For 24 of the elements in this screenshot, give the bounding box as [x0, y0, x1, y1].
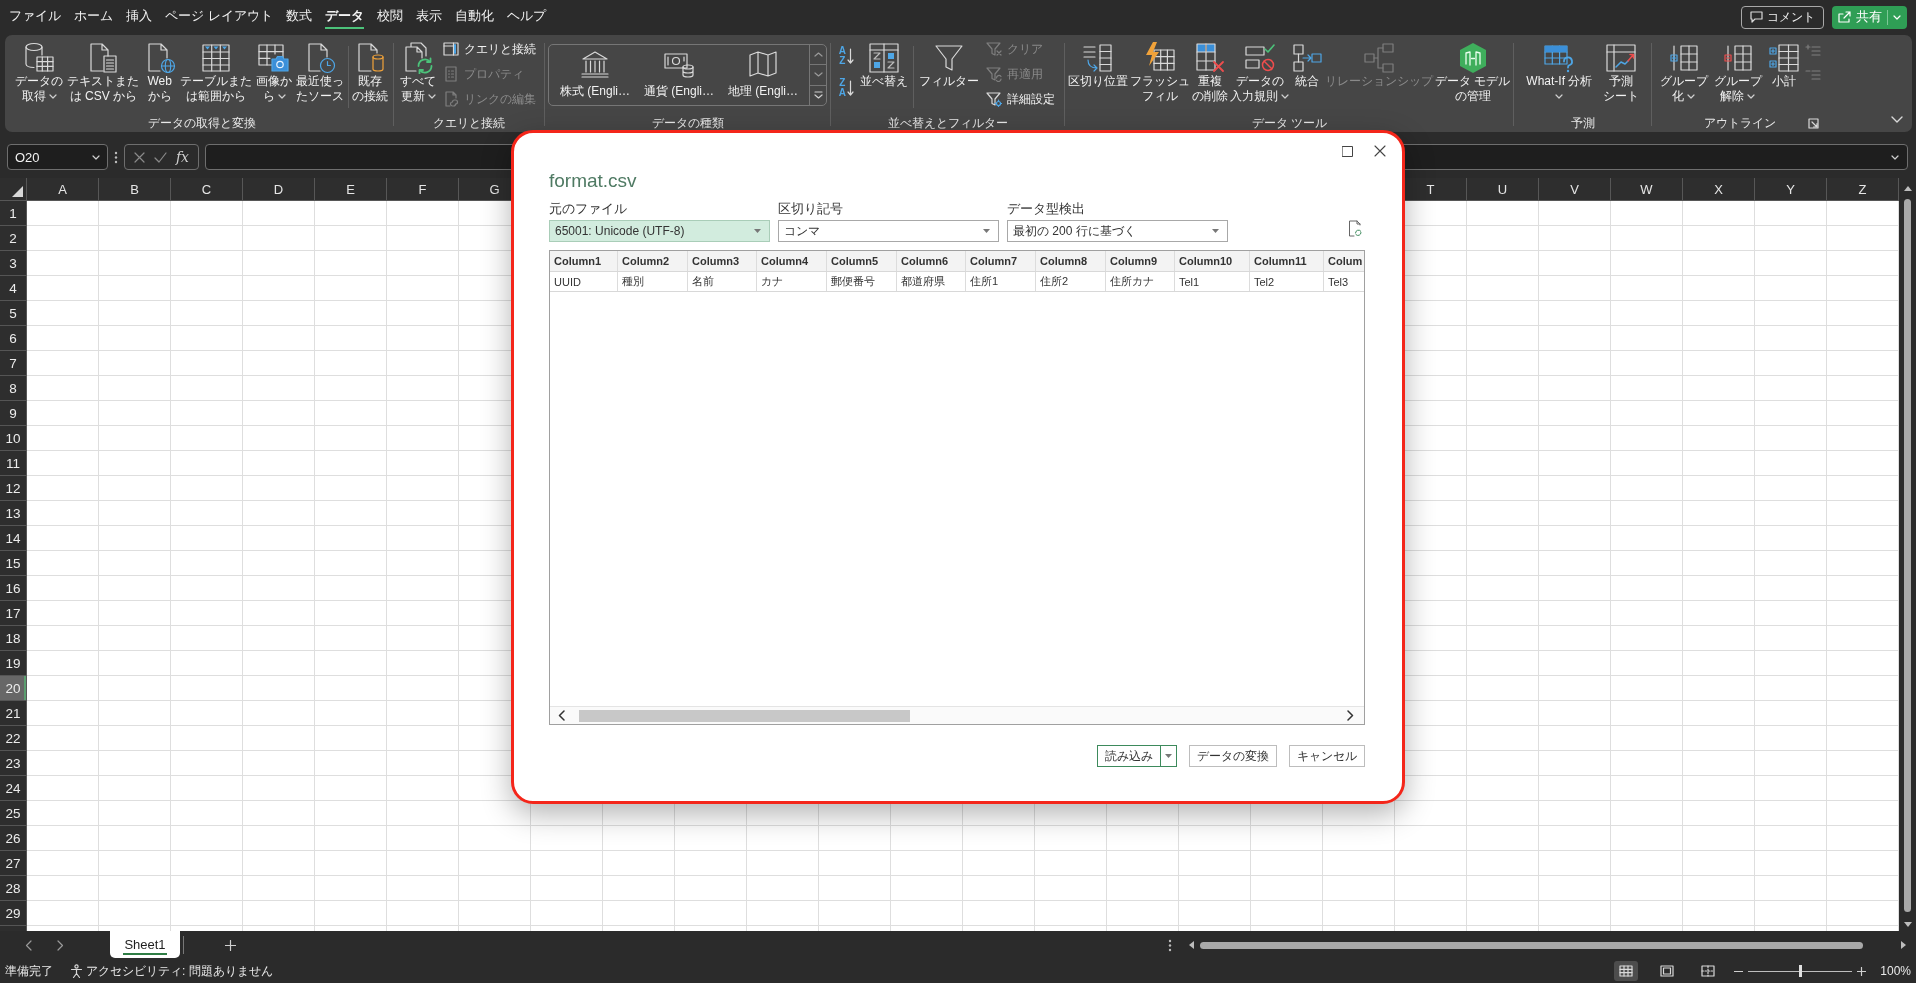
- ribbon-group-label: データの種類: [651, 115, 724, 131]
- status-text: 準備完了: [5, 962, 53, 980]
- dialog-title: format.csv: [549, 169, 637, 193]
- ribbon-group-label: データの取得と変換: [147, 115, 256, 131]
- ribbon-group-label: クエリと接続: [433, 115, 505, 131]
- ribbon-group-label: 予測: [1570, 115, 1595, 131]
- field-label: データ型検出: [1007, 201, 1085, 217]
- table-cell: 郵便番号: [827, 272, 897, 291]
- field-label: 区切り記号: [778, 201, 843, 217]
- table-cell: カナ: [757, 272, 827, 291]
- table-cell: 都道府県: [897, 272, 966, 291]
- table-cell: 名前: [688, 272, 757, 291]
- table-cell: 住所2: [1036, 272, 1106, 291]
- table-cell: Tel2: [1250, 272, 1324, 291]
- table-cell: 種別: [618, 272, 688, 291]
- table-cell: Tel3: [1324, 272, 1364, 291]
- field-label: 元のファイル: [549, 201, 627, 217]
- table-cell: 住所カナ: [1106, 272, 1175, 291]
- ribbon-group-label: 並べ替えとフィルター: [887, 115, 1008, 131]
- table-cell: UUID: [550, 272, 618, 291]
- ribbon-group-label: データ ツール: [1251, 115, 1327, 131]
- table-cell: Tel1: [1175, 272, 1250, 291]
- ribbon-group-label: アウトライン: [1703, 115, 1776, 131]
- table-cell: 住所1: [966, 272, 1036, 291]
